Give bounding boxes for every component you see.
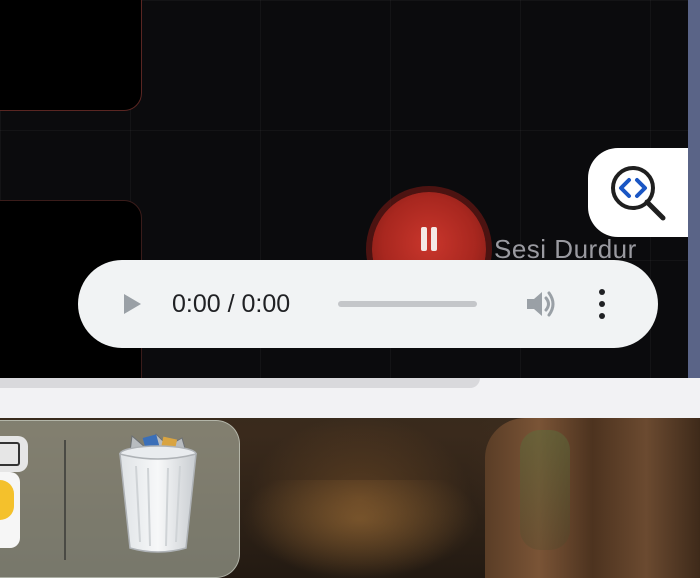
wallpaper-light (240, 480, 480, 578)
pause-icon (421, 227, 437, 251)
content-card-top (0, 0, 142, 111)
window-edge (0, 378, 480, 388)
play-icon (124, 294, 141, 314)
inspect-zoom-icon (611, 165, 666, 220)
volume-button[interactable] (525, 289, 557, 319)
play-button[interactable] (122, 292, 142, 316)
dock-divider (64, 440, 66, 560)
more-options-icon (599, 289, 605, 295)
more-options-button[interactable] (597, 289, 607, 319)
window-side-strip (688, 0, 700, 378)
app-partial-icon[interactable] (0, 436, 28, 548)
audio-player: 0:00 / 0:00 (78, 260, 658, 348)
time-display: 0:00 / 0:00 (172, 289, 291, 318)
volume-icon (527, 291, 555, 317)
seek-slider[interactable] (338, 301, 477, 307)
trash-icon[interactable] (116, 430, 200, 556)
wallpaper-tree-trunk (485, 418, 700, 578)
wallpaper-moss (520, 430, 570, 550)
inspect-widget-button[interactable] (588, 148, 688, 237)
